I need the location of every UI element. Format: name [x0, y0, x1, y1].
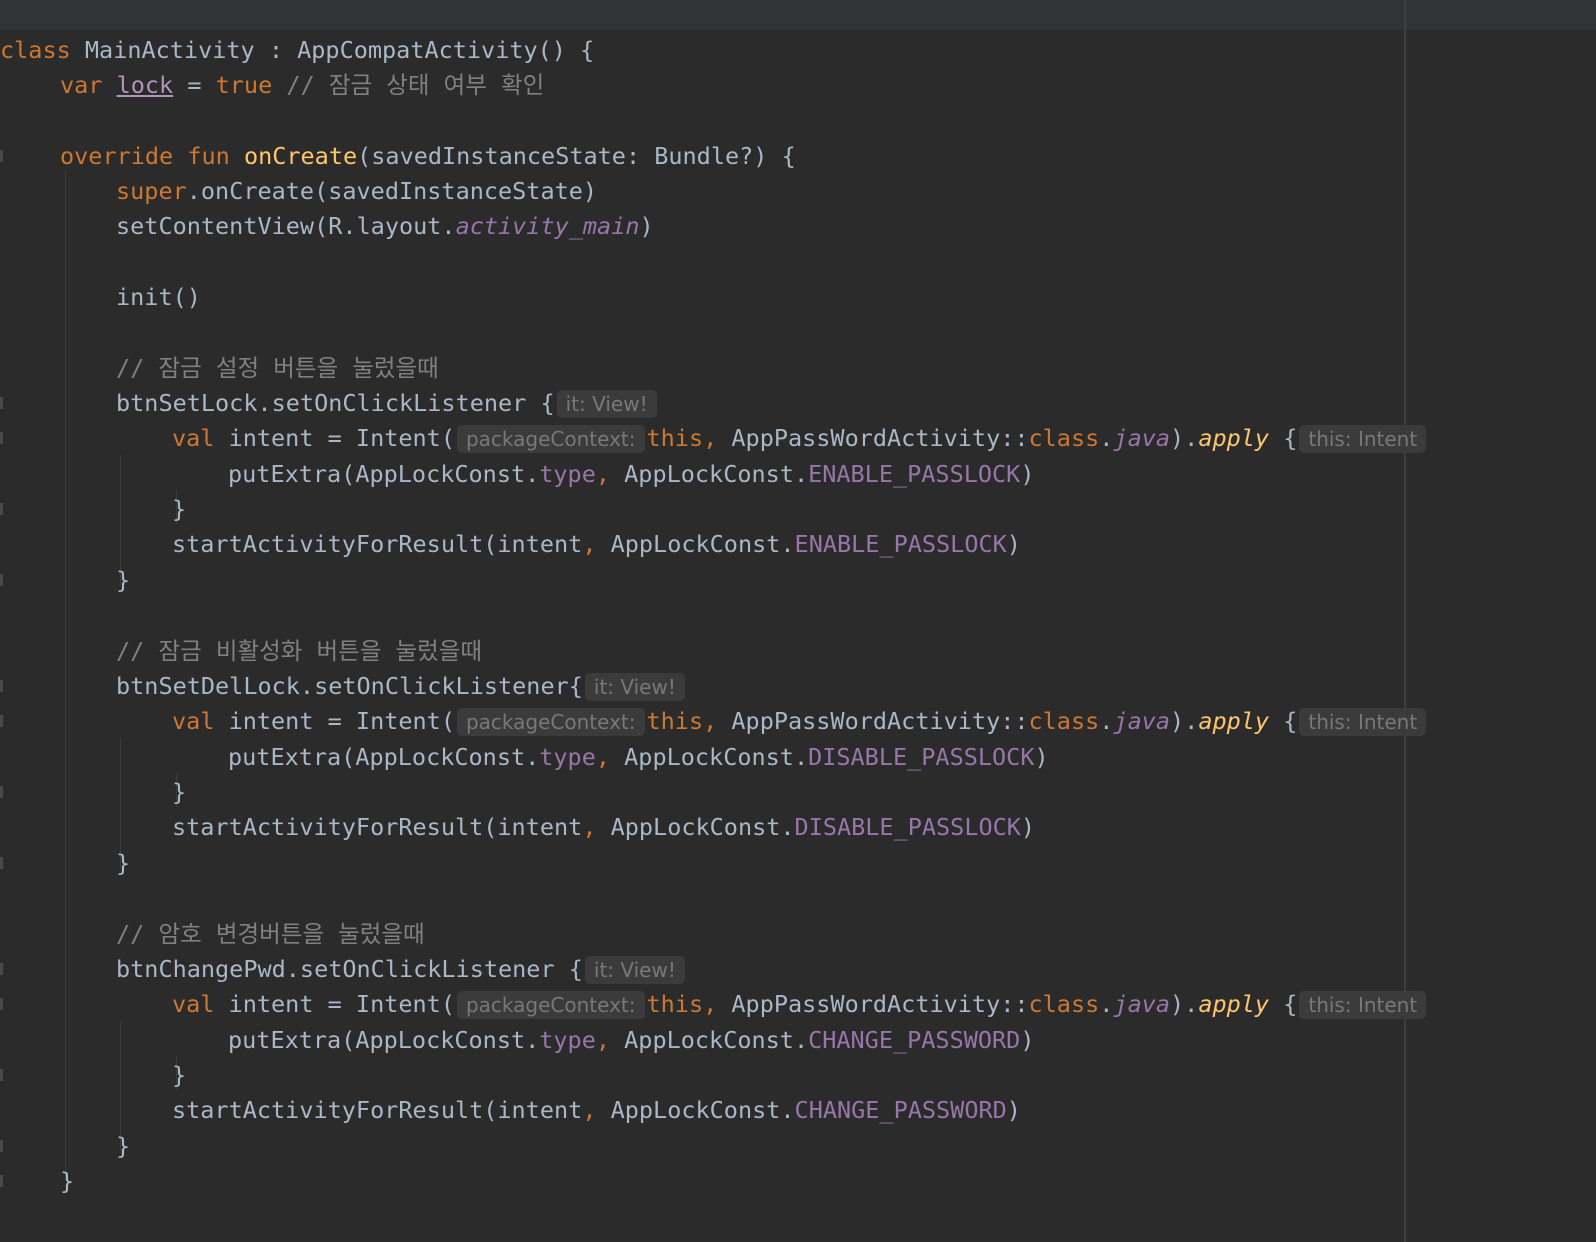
- code-line-putextra: putExtra(AppLockConst.type, AppLockConst…: [228, 1026, 1035, 1054]
- code-line-oncreate: override fun onCreate(savedInstanceState…: [60, 142, 796, 170]
- fold-marker[interactable]: [0, 150, 3, 162]
- code-line-class-decl: class MainActivity : AppCompatActivity()…: [0, 36, 595, 64]
- fold-marker[interactable]: [0, 857, 3, 869]
- code-comment: // 잠금 비활성화 버튼을 눌렀을때: [116, 637, 482, 665]
- inlay-hint: packageContext:: [456, 708, 645, 736]
- inlay-hint: packageContext:: [456, 991, 645, 1019]
- inlay-hint: packageContext:: [456, 425, 645, 453]
- code-line-listener: btnChangePwd.setOnClickListener {it: Vie…: [116, 951, 687, 987]
- fold-marker[interactable]: [0, 680, 3, 692]
- editor-tab-bar: [0, 0, 1596, 30]
- code-line-intent: val intent = Intent(packageContext: this,…: [172, 986, 1428, 1022]
- fold-marker[interactable]: [0, 503, 3, 515]
- code-editor[interactable]: class MainActivity : AppCompatActivity()…: [0, 30, 1596, 1242]
- inlay-hint: this: Intent: [1299, 991, 1427, 1019]
- code-line-close-brace: }: [172, 1061, 187, 1089]
- code-line-startactivity: startActivityForResult(intent, AppLockCo…: [172, 813, 1036, 841]
- code-line-lock-var: var lock = true // 잠금 상태 여부 확인: [60, 71, 545, 99]
- fold-marker[interactable]: [0, 397, 3, 409]
- code-line-putextra: putExtra(AppLockConst.type, AppLockConst…: [228, 743, 1049, 771]
- fold-marker[interactable]: [0, 963, 3, 975]
- fold-marker[interactable]: [0, 998, 3, 1010]
- code-line-super: super.onCreate(savedInstanceState): [116, 177, 598, 205]
- fold-marker[interactable]: [0, 715, 3, 727]
- inlay-hint: this: Intent: [1299, 425, 1427, 453]
- code-line-intent: val intent = Intent(packageContext: this,…: [172, 420, 1428, 456]
- fold-marker[interactable]: [0, 1140, 3, 1152]
- code-line-close-brace: }: [116, 566, 131, 594]
- code-line-close-brace: }: [60, 1167, 75, 1195]
- inlay-hint: it: View!: [584, 673, 685, 701]
- code-line-close-brace: }: [116, 1132, 131, 1160]
- inlay-hint: it: View!: [556, 390, 657, 418]
- fold-marker[interactable]: [0, 574, 3, 586]
- code-line-close-brace: }: [116, 849, 131, 877]
- code-line-putextra: putExtra(AppLockConst.type, AppLockConst…: [228, 460, 1035, 488]
- code-line-listener: btnSetDelLock.setOnClickListener{it: Vie…: [116, 668, 687, 704]
- code-comment: // 잠금 설정 버튼을 눌렀을때: [116, 354, 439, 382]
- inlay-hint: this: Intent: [1299, 708, 1427, 736]
- code-comment: // 암호 변경버튼을 눌렀을때: [116, 920, 425, 948]
- fold-marker[interactable]: [0, 1069, 3, 1081]
- inlay-hint: it: View!: [584, 956, 685, 984]
- code-line-listener: btnSetLock.setOnClickListener {it: View!: [116, 385, 659, 421]
- fold-marker[interactable]: [0, 432, 3, 444]
- fold-marker[interactable]: [0, 1175, 3, 1187]
- code-line-intent: val intent = Intent(packageContext: this,…: [172, 703, 1428, 739]
- code-line-startactivity: startActivityForResult(intent, AppLockCo…: [172, 530, 1021, 558]
- code-line-close-brace: }: [172, 778, 187, 806]
- code-line-startactivity: startActivityForResult(intent, AppLockCo…: [172, 1096, 1021, 1124]
- fold-marker[interactable]: [0, 786, 3, 798]
- code-line-init: init(): [116, 283, 201, 311]
- code-line-close-brace: }: [172, 495, 187, 523]
- code-line-setcontentview: setContentView(R.layout.activity_main): [116, 212, 654, 240]
- indent-guide: [65, 170, 66, 1180]
